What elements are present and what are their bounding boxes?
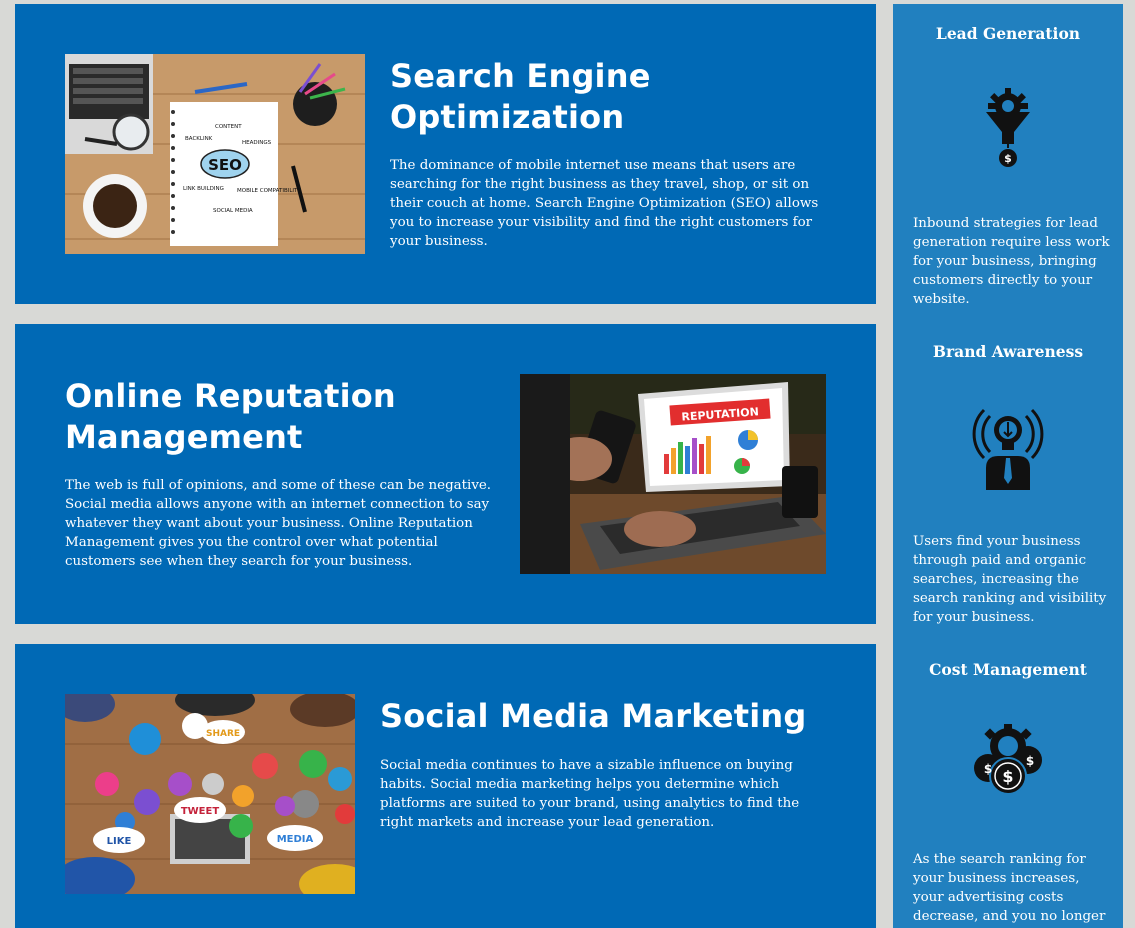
svg-text:$: $ — [1002, 767, 1013, 786]
reputation-description: The web is full of opinions, and some of… — [65, 478, 492, 569]
social-media-title: Social Media Marketing — [380, 697, 807, 735]
seo-tag-mobile: MOBILE COMPATIBILITY — [237, 188, 301, 194]
svg-text:$: $ — [1026, 754, 1034, 768]
brand-awareness-title: Brand Awareness — [932, 342, 1084, 361]
seo-image: SEO CONTENT HEADINGS BACKLINK LINK BUILD… — [65, 54, 365, 254]
reputation-image: REPUTATION — [520, 374, 826, 574]
funnel-gear-dollar-icon: $ — [968, 84, 1048, 174]
bubble-share: SHARE — [206, 729, 240, 739]
seo-tag-backlink: BACKLINK — [185, 136, 213, 142]
seo-tag-content: CONTENT — [215, 124, 242, 130]
bubble-media: MEDIA — [277, 834, 314, 845]
seo-description: The dominance of mobile internet use mea… — [390, 158, 819, 249]
seo-title: Search Engine Optimization — [390, 57, 651, 136]
page: SEO CONTENT HEADINGS BACKLINK LINK BUILD… — [0, 0, 1135, 928]
lead-generation-text: Inbound strategies for lead generation r… — [913, 216, 1110, 307]
sidebar: Lead Generation $ Inbound strategies for… — [893, 4, 1123, 928]
brand-awareness-text: Users find your business through paid an… — [913, 534, 1107, 625]
social-media-image: SHARE TWEET LIKE MEDIA — [65, 694, 355, 894]
lead-generation-title: Lead Generation — [935, 24, 1081, 43]
bubble-tweet: TWEET — [181, 806, 220, 817]
social-media-section: SHARE TWEET LIKE MEDIA Social Media Mark… — [15, 644, 876, 928]
seo-tag-link-building: LINK BUILDING — [183, 186, 224, 192]
svg-text:$: $ — [984, 762, 992, 776]
bubble-like: LIKE — [107, 836, 132, 847]
cost-management-text: As the search ranking for your business … — [913, 852, 1106, 924]
lightbulb-broadcast-person-icon — [968, 402, 1048, 492]
cost-management-title: Cost Management — [929, 660, 1087, 679]
gear-coins-dollar-icon: $ $ $ — [968, 720, 1048, 810]
seo-tag-headings: HEADINGS — [242, 140, 272, 146]
seo-tag-social: SOCIAL MEDIA — [213, 208, 253, 214]
reputation-title: Online Reputation Management — [65, 377, 396, 456]
seo-image-label: SEO — [208, 156, 242, 174]
social-media-description: Social media continues to have a sizable… — [380, 758, 800, 830]
svg-text:$: $ — [1004, 152, 1012, 165]
seo-section: SEO CONTENT HEADINGS BACKLINK LINK BUILD… — [15, 4, 876, 304]
reputation-section: Online Reputation Management The web is … — [15, 324, 876, 624]
